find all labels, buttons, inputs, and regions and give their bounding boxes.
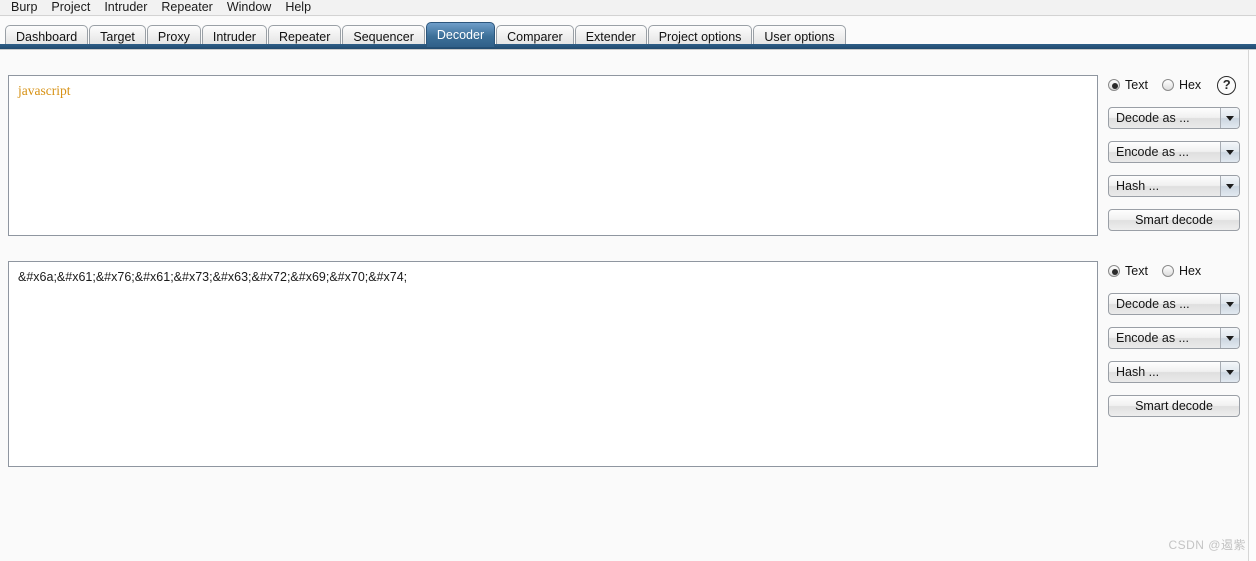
menu-item-burp[interactable]: Burp [4, 1, 44, 14]
chevron-down-icon[interactable] [1220, 294, 1239, 314]
output-radio-text-label: Text [1125, 264, 1148, 278]
radio-selected-icon [1108, 79, 1120, 91]
vertical-scrollbar[interactable] [1248, 50, 1256, 561]
watermark-text: CSDN @遏紫 [1168, 538, 1246, 552]
output-hash-label: Hash ... [1116, 365, 1160, 379]
menu-item-help[interactable]: Help [278, 1, 318, 14]
decoder-input-controls: Text Hex ? Decode as ... Encode as ... H… [1108, 75, 1248, 231]
input-smart-decode-button[interactable]: Smart decode [1108, 209, 1240, 231]
output-decode-as-label: Decode as ... [1116, 297, 1190, 311]
decoder-output-text[interactable]: &#x6a;&#x61;&#x76;&#x61;&#x73;&#x63;&#x7… [9, 262, 1097, 292]
input-radio-hex[interactable]: Hex [1161, 78, 1202, 92]
tab-decoder[interactable]: Decoder [425, 22, 496, 47]
output-radio-text[interactable]: Text [1108, 264, 1148, 278]
input-encode-as-label: Encode as ... [1116, 145, 1189, 159]
input-encode-as-dropdown[interactable]: Encode as ... [1108, 141, 1240, 163]
decoder-input-panel[interactable]: javascript [8, 75, 1098, 236]
input-radio-text-label: Text [1125, 78, 1148, 92]
radio-unselected-icon [1161, 265, 1174, 277]
input-format-radio-group: Text Hex ? [1108, 75, 1248, 95]
chevron-down-icon[interactable] [1220, 362, 1239, 382]
input-radio-hex-label: Hex [1178, 78, 1202, 92]
output-encode-as-dropdown[interactable]: Encode as ... [1108, 327, 1240, 349]
output-radio-hex-label: Hex [1178, 264, 1202, 278]
radio-unselected-icon [1161, 79, 1174, 91]
output-encode-as-label: Encode as ... [1116, 331, 1189, 345]
menu-item-window[interactable]: Window [220, 1, 278, 14]
menu-item-intruder[interactable]: Intruder [97, 1, 154, 14]
output-radio-hex[interactable]: Hex [1161, 264, 1202, 278]
decoder-output-controls: Text Hex Decode as ... Encode as ... Has… [1108, 261, 1248, 417]
output-hash-dropdown[interactable]: Hash ... [1108, 361, 1240, 383]
menu-item-project[interactable]: Project [44, 1, 97, 14]
input-hash-label: Hash ... [1116, 179, 1160, 193]
decoder-input-text[interactable]: javascript [9, 76, 1097, 106]
menu-bar: Burp Project Intruder Repeater Window He… [0, 0, 1256, 16]
tab-bar-underline [0, 44, 1256, 49]
input-hash-dropdown[interactable]: Hash ... [1108, 175, 1240, 197]
menu-item-repeater[interactable]: Repeater [154, 1, 219, 14]
help-question-icon[interactable]: ? [1217, 75, 1237, 95]
output-smart-decode-button[interactable]: Smart decode [1108, 395, 1240, 417]
burp-suite-window: Burp Project Intruder Repeater Window He… [0, 0, 1256, 561]
decoder-workspace: javascript Text Hex ? Decode as ... Enco… [0, 50, 1256, 561]
chevron-down-icon[interactable] [1220, 142, 1239, 162]
input-decode-as-label: Decode as ... [1116, 111, 1190, 125]
output-decode-as-dropdown[interactable]: Decode as ... [1108, 293, 1240, 315]
main-tab-bar: Dashboard Target Proxy Intruder Repeater… [0, 17, 1256, 48]
chevron-down-icon[interactable] [1220, 108, 1239, 128]
decoder-output-panel[interactable]: &#x6a;&#x61;&#x76;&#x61;&#x73;&#x63;&#x7… [8, 261, 1098, 467]
output-format-radio-group: Text Hex [1108, 261, 1248, 281]
input-decode-as-dropdown[interactable]: Decode as ... [1108, 107, 1240, 129]
chevron-down-icon[interactable] [1220, 176, 1239, 196]
input-radio-text[interactable]: Text [1108, 78, 1148, 92]
radio-selected-icon [1108, 265, 1120, 277]
chevron-down-icon[interactable] [1220, 328, 1239, 348]
